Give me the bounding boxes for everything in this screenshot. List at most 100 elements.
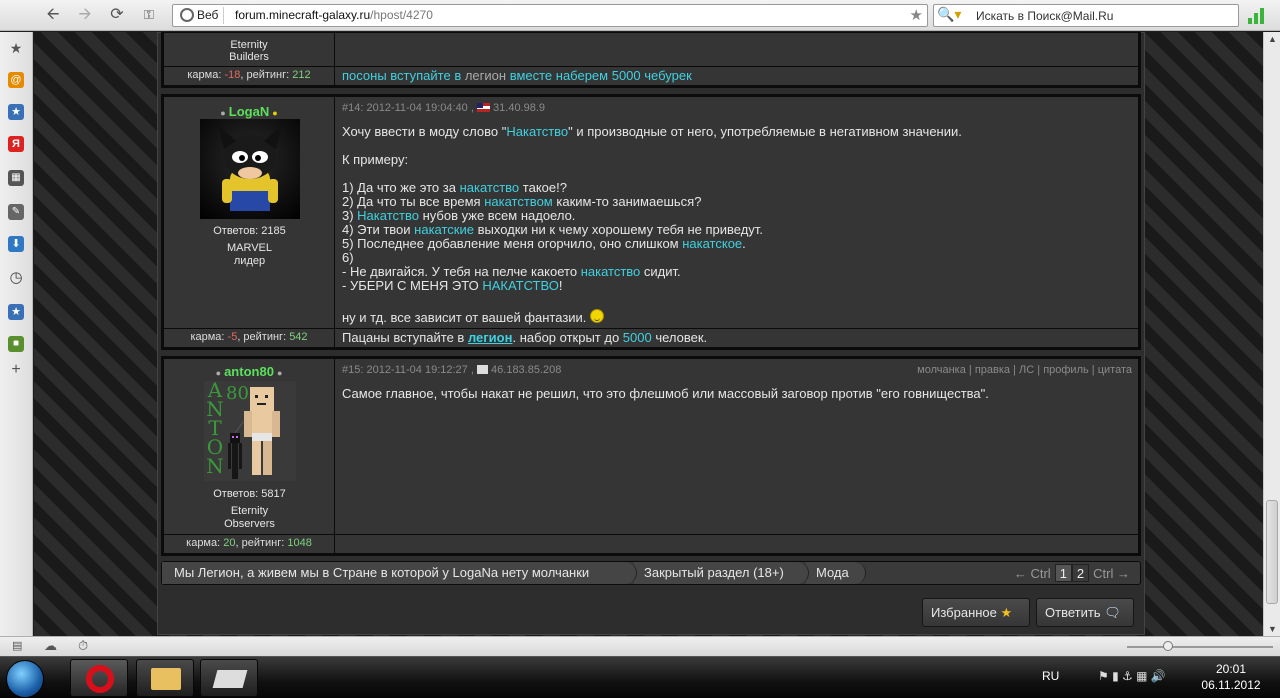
page-scrollbar[interactable]: ▲ ▼ — [1263, 32, 1280, 636]
reply-count: Ответов: 5817 — [213, 488, 286, 500]
forum-page: Eternity Builders карма: -18, рейтинг: 2… — [34, 32, 1263, 636]
post-message — [336, 33, 1138, 69]
downloads-icon[interactable]: ⬇ — [8, 236, 24, 252]
offline-dot-icon: ● — [276, 368, 283, 378]
offline-dot-icon: ● — [220, 108, 226, 118]
history-icon[interactable]: ◷ — [8, 270, 24, 286]
next-page-link[interactable]: Ctrl → — [1089, 565, 1134, 583]
opera-icon — [86, 665, 114, 693]
windows-taskbar: RU ⚑ ▮ ⚓ ▦ 🔊 20:01 06.11.2012 — [0, 656, 1280, 698]
forward-icon[interactable]: 🡪 — [74, 5, 96, 25]
opera-mail-icon[interactable]: @ — [8, 72, 24, 88]
post-footer: карма: -5, рейтинг: 542 Пацаны вступайте… — [164, 328, 1138, 347]
status-dot-icon: ● — [272, 108, 278, 118]
user-clan: Eternity — [230, 39, 268, 51]
browser-statusbar: ▤ ☁ ⏱ — [0, 636, 1280, 656]
page-link-2[interactable]: 2 — [1071, 564, 1090, 582]
star-icon[interactable]: ★ — [8, 40, 24, 56]
karma-rating: карма: -18, рейтинг: 212 — [164, 67, 335, 85]
breadcrumb-item[interactable]: Мода — [806, 562, 866, 584]
back-icon[interactable]: 🡨 — [42, 5, 64, 25]
pagination: ← Ctrl 1 2 Ctrl → — [1010, 564, 1134, 583]
post-message: #15: 2012-11-04 19:12:27 , 46.183.85.208… — [336, 359, 1138, 539]
notes-icon[interactable]: ✎ — [8, 204, 24, 220]
action-pm[interactable]: ЛС — [1019, 364, 1034, 376]
add-icon[interactable]: + — [8, 362, 24, 378]
page-link-1[interactable]: 1 — [1054, 564, 1072, 582]
username[interactable]: anton80 — [224, 364, 274, 379]
taskbar-explorer[interactable] — [136, 659, 194, 697]
karma-rating: карма: -5, рейтинг: 542 — [164, 329, 335, 347]
address-prefix[interactable]: Веб — [177, 7, 225, 24]
signal-icon — [1248, 6, 1270, 24]
post-meta: #14: 2012-11-04 19:04:40 , 31.40.98.9 — [342, 102, 546, 114]
zoom-handle[interactable] — [1163, 641, 1173, 651]
breadcrumb-item[interactable]: Мы Легион, а живем мы в Стране в которой… — [162, 562, 637, 584]
clock[interactable]: 20:01 06.11.2012 — [1196, 661, 1266, 693]
bookmarks-icon[interactable]: ★ — [8, 304, 24, 320]
taskbar-opera[interactable] — [70, 659, 128, 697]
username[interactable]: LogaN — [229, 104, 269, 119]
panels-icon[interactable]: ▦ — [8, 170, 24, 186]
breadcrumb-item[interactable]: Закрытый раздел (18+) — [634, 562, 809, 584]
post-body: Самое главное, чтобы накат не решил, что… — [342, 386, 989, 401]
action-quote[interactable]: цитата — [1098, 364, 1132, 376]
us-flag-icon — [476, 103, 490, 112]
smiley-icon — [590, 309, 605, 323]
signature: Пацаны вступайте в легион. набор открыт … — [342, 330, 708, 345]
signature-link[interactable]: легион — [468, 330, 513, 345]
post-actions: молчанка | правка | ЛС | профиль | цитат… — [917, 364, 1132, 376]
search-engine-icon[interactable]: 🔍▾ — [937, 6, 961, 23]
star-icon: ★ — [1000, 605, 1013, 620]
minecraft-icon[interactable]: ■ — [8, 336, 24, 352]
karma-rating: карма: 20, рейтинг: 1048 — [164, 535, 335, 553]
user-role: лидер — [233, 255, 266, 267]
cloud-icon[interactable]: ☁ — [44, 638, 57, 654]
post-user-panel: Eternity Builders — [164, 33, 335, 69]
reload-icon[interactable]: ⟳ — [106, 5, 128, 25]
key-icon[interactable]: ⚿ — [138, 5, 160, 25]
user-role: Observers — [224, 518, 275, 530]
post-meta: #15: 2012-11-04 19:12:27 , 46.183.85.208 — [342, 364, 562, 376]
yandex-icon[interactable]: Я — [8, 136, 24, 152]
speed-icon[interactable]: ⏱ — [78, 638, 88, 654]
tray-icons[interactable]: ⚑ ▮ ⚓ ▦ 🔊 — [1098, 669, 1166, 683]
prev-page-link[interactable]: ← Ctrl — [1010, 565, 1055, 583]
user-name-row: ● anton80 ● — [164, 359, 334, 379]
post-user-panel: ● anton80 ● ANTON 80 Ответов: 5817 Etern… — [164, 359, 335, 539]
browser-toolbar: 🡨 🡪 ⟳ ⚿ Веб forum.minecraft-galaxy.ru/hp… — [0, 0, 1280, 31]
action-edit[interactable]: правка — [975, 364, 1010, 376]
panel-toggle-icon[interactable]: ▤ — [12, 639, 22, 652]
post-15: ● anton80 ● ANTON 80 Ответов: 5817 Etern… — [161, 356, 1141, 556]
reply-button[interactable]: Ответить 🗨 — [1036, 598, 1134, 627]
taskbar-app[interactable] — [200, 659, 258, 697]
speeddial-icon[interactable]: ★ — [8, 104, 24, 120]
post-14: ● LogaN ● Ответов: 2185 MARVEL лидер #14… — [161, 94, 1141, 350]
scroll-down-icon[interactable]: ▼ — [1268, 624, 1277, 634]
address-bar[interactable]: Веб forum.minecraft-galaxy.ru/hpost/4270… — [172, 4, 928, 27]
globe-icon — [180, 8, 194, 22]
language-indicator[interactable]: RU — [1042, 669, 1059, 683]
start-button[interactable] — [6, 660, 44, 698]
browser-sidebar: ★ @ ★ Я ▦ ✎ ⬇ ◷ ★ ■ + — [0, 32, 33, 636]
action-mute[interactable]: молчанка — [917, 364, 966, 376]
post-footer: карма: -18, рейтинг: 212 посоны вступайт… — [164, 66, 1138, 85]
search-bar[interactable]: 🔍▾ Искать в Поиск@Mail.Ru — [933, 4, 1239, 27]
action-profile[interactable]: профиль — [1043, 364, 1089, 376]
url-text[interactable]: forum.minecraft-galaxy.ru/hpost/4270 — [235, 8, 433, 22]
user-clan: Eternity — [230, 505, 269, 517]
bookmark-star-icon[interactable]: ★ — [910, 6, 923, 24]
email-icon — [476, 365, 488, 374]
zoom-slider[interactable] — [1127, 641, 1273, 651]
search-input[interactable]: Искать в Поиск@Mail.Ru — [976, 9, 1113, 23]
favorites-button[interactable]: Избранное ★ — [922, 598, 1030, 627]
scroll-thumb[interactable] — [1266, 500, 1278, 604]
user-clan: MARVEL — [226, 242, 273, 254]
post-user-panel: ● LogaN ● Ответов: 2185 MARVEL лидер — [164, 97, 335, 333]
speech-bubble-icon: 🗨 — [1104, 605, 1121, 620]
user-role: Builders — [229, 51, 269, 63]
avatar[interactable]: ANTON 80 — [204, 381, 296, 481]
avatar[interactable] — [200, 119, 300, 219]
scroll-up-icon[interactable]: ▲ — [1268, 34, 1277, 44]
post-message: #14: 2012-11-04 19:04:40 , 31.40.98.9 Хо… — [336, 97, 1138, 333]
